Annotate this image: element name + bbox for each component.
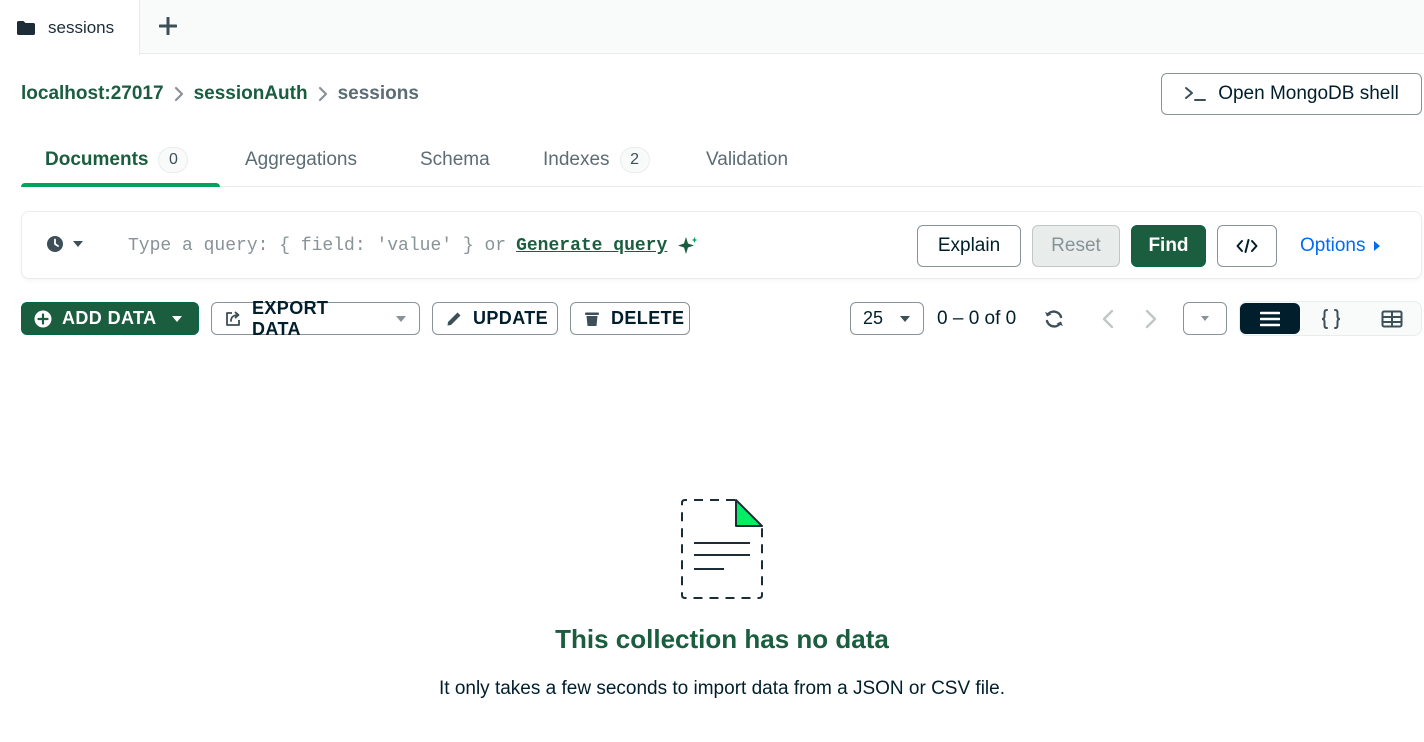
sparkle-icon	[677, 235, 699, 257]
chevron-right-icon	[1145, 309, 1157, 329]
query-placeholder: Type a query: { field: 'value' } or	[128, 236, 507, 256]
workspace-tab-bar: sessions	[0, 0, 1424, 55]
update-button[interactable]: UPDATE	[432, 302, 558, 335]
tab-label: Validation	[706, 149, 789, 170]
delete-button[interactable]: DELETE	[570, 302, 690, 335]
open-shell-label: Open MongoDB shell	[1218, 83, 1399, 104]
indexes-count-badge: 2	[619, 147, 650, 173]
json-view-option[interactable]	[1301, 303, 1361, 334]
find-button[interactable]: Find	[1131, 225, 1206, 267]
code-icon	[1236, 238, 1258, 254]
pagination-range: 0 – 0 of 0	[937, 307, 1017, 329]
breadcrumb-collection: sessions	[337, 83, 419, 104]
documents-count-badge: 0	[158, 147, 189, 173]
reset-button[interactable]: Reset	[1032, 225, 1120, 267]
add-data-button[interactable]: ADD DATA	[21, 302, 199, 335]
add-data-label: ADD DATA	[62, 308, 157, 328]
clock-icon	[46, 235, 64, 253]
tab-validation[interactable]: Validation	[706, 133, 788, 187]
caret-right-icon	[1373, 240, 1381, 252]
workspace-tab-sessions[interactable]: sessions	[0, 0, 140, 55]
caret-down-icon	[395, 315, 407, 323]
tab-label: Aggregations	[245, 149, 357, 170]
tab-documents[interactable]: Documents 0	[45, 133, 189, 187]
query-input[interactable]: Type a query: { field: 'value' } or Gene…	[128, 233, 699, 259]
tab-aggregations[interactable]: Aggregations	[245, 133, 357, 187]
chevron-left-icon	[1102, 309, 1114, 329]
export-to-language-button[interactable]	[1217, 225, 1277, 267]
chevron-right-icon	[174, 86, 184, 102]
caret-down-icon	[899, 315, 911, 323]
list-view-option[interactable]	[1240, 303, 1300, 334]
plus-icon	[159, 17, 177, 35]
explain-button[interactable]: Explain	[917, 225, 1021, 267]
previous-page-button[interactable]	[1093, 302, 1123, 335]
plus-circle-icon	[34, 310, 52, 328]
chevron-right-icon	[318, 86, 328, 102]
delete-label: DELETE	[611, 308, 685, 328]
tab-schema[interactable]: Schema	[420, 133, 490, 187]
export-icon	[224, 310, 242, 328]
generate-query-link[interactable]: Generate query	[516, 236, 667, 256]
collection-tabs: Documents 0 Aggregations Schema Indexes …	[21, 133, 1422, 187]
caret-down-icon	[72, 240, 84, 248]
add-tab-button[interactable]	[150, 8, 186, 44]
next-page-button[interactable]	[1136, 302, 1166, 335]
options-label: Options	[1300, 235, 1366, 256]
query-history-button[interactable]	[46, 235, 84, 253]
open-shell-button[interactable]: Open MongoDB shell	[1161, 73, 1422, 115]
breadcrumb: localhost:27017 sessionAuth sessions	[21, 82, 419, 106]
expand-collapse-dropdown[interactable]	[1183, 302, 1227, 335]
terminal-icon	[1184, 85, 1208, 103]
tab-indexes[interactable]: Indexes 2	[543, 133, 650, 187]
pencil-icon	[445, 310, 463, 328]
breadcrumb-host[interactable]: localhost:27017	[21, 83, 164, 105]
refresh-button[interactable]	[1039, 302, 1069, 335]
table-icon	[1381, 310, 1403, 328]
view-mode-toggle	[1239, 301, 1422, 336]
empty-state-title: This collection has no data	[555, 624, 889, 654]
query-bar: Type a query: { field: 'value' } or Gene…	[21, 211, 1422, 279]
curly-braces-icon	[1320, 308, 1342, 330]
caret-down-icon	[1200, 315, 1210, 322]
empty-document-illustration	[677, 496, 767, 602]
page-size-select[interactable]: 25	[850, 302, 924, 335]
page-size-value: 25	[863, 308, 884, 328]
table-view-option[interactable]	[1362, 303, 1422, 334]
trash-icon	[583, 310, 601, 328]
tab-label: Indexes	[543, 149, 610, 170]
list-icon	[1260, 311, 1280, 327]
tab-label: Documents	[45, 149, 149, 170]
query-options-toggle[interactable]: Options	[1300, 225, 1381, 267]
export-data-label: EXPORT DATA	[252, 297, 329, 339]
workspace-tab-label: sessions	[48, 17, 115, 37]
folder-icon	[16, 20, 36, 36]
export-data-button[interactable]: EXPORT DATA	[211, 298, 420, 339]
update-label: UPDATE	[473, 308, 549, 328]
refresh-icon	[1043, 308, 1065, 330]
empty-state-description: It only takes a few seconds to import da…	[438, 678, 1005, 699]
tab-label: Schema	[420, 149, 490, 170]
active-tab-indicator	[21, 183, 220, 187]
breadcrumb-database[interactable]: sessionAuth	[194, 83, 308, 105]
caret-down-icon	[171, 315, 183, 323]
